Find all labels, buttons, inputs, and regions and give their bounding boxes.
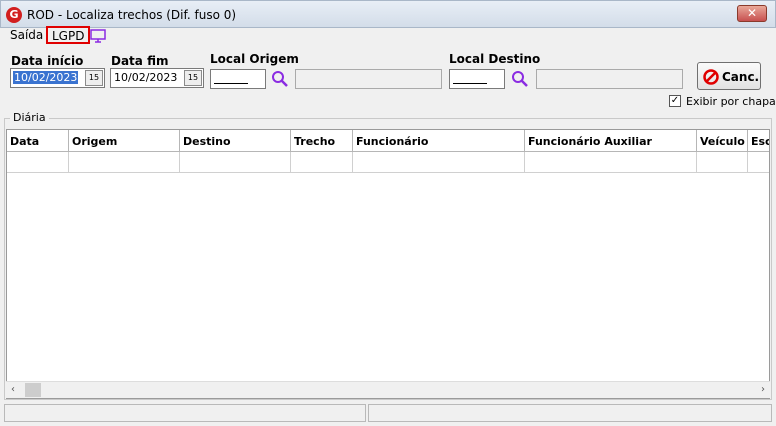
column-header-funcionario-auxiliar[interactable]: Funcionário Auxiliar (525, 130, 697, 152)
calendar-icon[interactable]: 15 (184, 70, 202, 86)
close-button[interactable]: ✕ (737, 5, 767, 22)
title-bar: G ROD - Localiza trechos (Dif. fuso 0) ✕ (0, 0, 776, 28)
menu-lgpd[interactable]: LGPD (46, 26, 91, 44)
data-fim-field[interactable]: 10/02/2023 15 (110, 68, 204, 88)
local-destino-code-input[interactable] (449, 69, 505, 89)
data-inicio-label: Data início (11, 54, 84, 68)
status-bar (2, 404, 774, 424)
data-inicio-value: 10/02/2023 (13, 71, 79, 84)
local-destino-description (536, 69, 683, 89)
window-title: ROD - Localiza trechos (Dif. fuso 0) (27, 8, 237, 22)
local-destino-label: Local Destino (449, 52, 541, 66)
local-origem-code-input[interactable] (210, 69, 266, 89)
table-row[interactable] (7, 152, 769, 173)
exibir-por-chapa-label: Exibir por chapa (686, 95, 776, 108)
cancel-button[interactable]: Canc. (697, 62, 761, 90)
calendar-icon[interactable]: 15 (85, 70, 103, 86)
data-fim-label: Data fim (111, 54, 169, 68)
horizontal-scrollbar[interactable]: ‹ › (6, 381, 770, 398)
menu-bar: Saída LGPD (0, 26, 776, 46)
column-header-data[interactable]: Data (7, 130, 69, 152)
status-pane-left (4, 404, 366, 422)
scroll-right-icon[interactable]: › (761, 384, 765, 395)
data-fim-value: 10/02/2023 (114, 71, 178, 84)
app-logo-icon: G (6, 7, 22, 23)
local-origem-label: Local Origem (210, 52, 299, 66)
search-icon[interactable] (271, 70, 289, 88)
monitor-icon[interactable] (90, 29, 106, 43)
column-header-trecho[interactable]: Trecho (291, 130, 353, 152)
scroll-thumb[interactable] (25, 383, 41, 397)
status-pane-right (368, 404, 772, 422)
diaria-grid[interactable]: Data Origem Destino Trecho Funcionário F… (6, 129, 770, 399)
local-origem-description (295, 69, 442, 89)
scroll-left-icon[interactable]: ‹ (11, 384, 15, 395)
search-icon[interactable] (511, 70, 529, 88)
cancel-icon (703, 69, 719, 85)
diaria-group-label: Diária (10, 111, 49, 124)
exibir-por-chapa-checkbox[interactable]: ✓ (669, 95, 681, 107)
data-inicio-field[interactable]: 10/02/2023 15 (10, 68, 105, 88)
column-header-destino[interactable]: Destino (180, 130, 291, 152)
menu-saida[interactable]: Saída (10, 28, 43, 42)
column-header-funcionario[interactable]: Funcionário (353, 130, 525, 152)
grid-header: Data Origem Destino Trecho Funcionário F… (7, 130, 769, 152)
column-header-origem[interactable]: Origem (69, 130, 180, 152)
cancel-label: Canc. (722, 70, 760, 84)
column-header-esc[interactable]: Esc (748, 130, 769, 152)
column-header-veiculo[interactable]: Veículo (697, 130, 748, 152)
